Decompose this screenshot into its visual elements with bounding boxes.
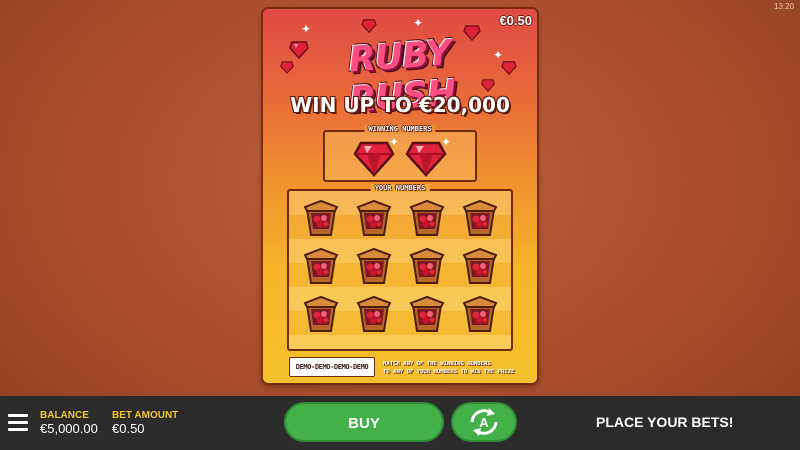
sparkle-icon: ✦ [389,135,400,149]
ruby-icon [361,19,377,33]
status-message: PLACE YOUR BETS! [596,414,734,430]
ruby-icon [501,61,517,75]
scratch-card: €0.50 ✦ ✦ ✦ RUBY RUSH WIN UP TO €20,000 … [263,9,537,383]
scratch-box[interactable] [460,295,500,335]
demo-badge: DEMO-DEMO-DEMO-DEMO [289,357,375,377]
scratch-box[interactable] [301,199,341,239]
buy-button[interactable]: BUY [284,402,444,442]
scratch-box[interactable] [354,247,394,287]
instruction-line-2: TO ANY OF YOUR NUMBERS TO WIN THE PRIZE [383,369,515,375]
headline: WIN UP TO €20,000 [290,93,510,117]
sparkle-icon: ✦ [413,16,424,30]
balance-label: BALANCE [40,410,89,421]
balance-value: €5,000.00 [40,421,98,436]
scratch-box[interactable] [301,295,341,335]
scratch-box[interactable] [301,247,341,287]
scratch-box[interactable] [354,199,394,239]
instruction-line-1: MATCH ANY OF THE WINNING NUMBERS [383,361,491,367]
winning-numbers-panel: WINNING NUMBERS ✦ ✦ [323,125,477,182]
sparkle-icon: ✦ [301,22,312,36]
instructions: MATCH ANY OF THE WINNING NUMBERS TO ANY … [383,360,533,376]
logo-area: ✦ ✦ ✦ RUBY RUSH [263,17,537,121]
autoplay-icon: A [470,408,498,436]
bet-amount-label: BET AMOUNT [112,410,179,421]
scratch-box[interactable] [354,295,394,335]
bet-amount-value[interactable]: €0.50 [112,421,145,436]
menu-icon[interactable] [8,414,28,432]
bottom-bar: BALANCE €5,000.00 BET AMOUNT €0.50 BUY A… [0,396,800,450]
sparkle-icon: ✦ [441,135,452,149]
scratch-box[interactable] [407,247,447,287]
ruby-icon [280,61,294,74]
scratch-box[interactable] [407,295,447,335]
scratch-box[interactable] [460,247,500,287]
svg-text:A: A [479,415,489,430]
scratch-box[interactable] [460,199,500,239]
clock: 13:20 [773,2,794,11]
scratch-box[interactable] [407,199,447,239]
your-numbers-panel: YOUR NUMBERS [287,184,513,351]
autoplay-button[interactable]: A [451,402,517,442]
winning-numbers-label: WINNING NUMBERS [364,125,436,133]
your-numbers-label: YOUR NUMBERS [370,184,430,192]
